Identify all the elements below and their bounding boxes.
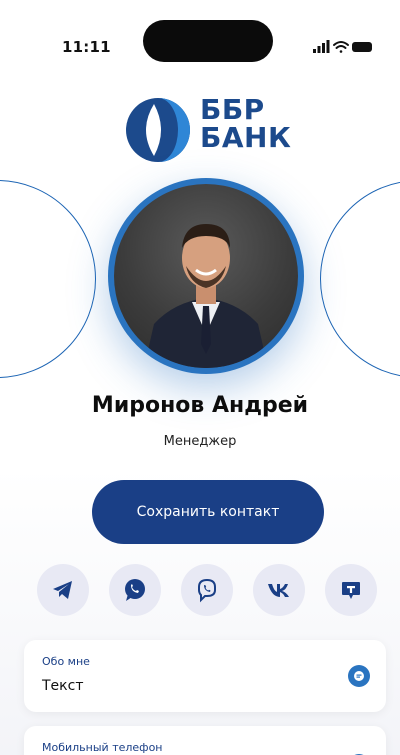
vk-icon <box>268 584 289 597</box>
phone-label: Мобильный телефон <box>42 741 163 754</box>
tamtam-button[interactable] <box>325 564 377 616</box>
about-value: Текст <box>42 678 84 694</box>
save-contact-button[interactable]: Сохранить контакт <box>92 480 324 544</box>
social-links <box>37 564 377 616</box>
decorative-circle-left <box>0 180 96 378</box>
avatar-ring <box>108 178 304 374</box>
profile-role: Менеджер <box>163 434 237 449</box>
whatsapp-button[interactable] <box>109 564 161 616</box>
logo-text-line2: БАНК <box>200 121 292 154</box>
wifi-icon <box>333 41 349 53</box>
viber-icon <box>198 578 216 603</box>
telegram-icon <box>53 581 72 599</box>
status-bar: 11:11 <box>0 0 400 80</box>
signal-icon <box>313 40 330 53</box>
viber-button[interactable] <box>181 564 233 616</box>
logo-text-line1: ББР <box>200 93 265 126</box>
person-photo-icon <box>144 224 268 368</box>
avatar <box>114 184 298 368</box>
about-label: Обо мне <box>42 655 90 668</box>
tamtam-icon <box>342 582 360 599</box>
about-card[interactable]: Обо мне Текст <box>24 640 386 712</box>
status-time: 11:11 <box>62 38 111 56</box>
decorative-circle-right <box>320 180 400 378</box>
chat-icon <box>348 665 370 687</box>
telegram-button[interactable] <box>37 564 89 616</box>
whatsapp-icon <box>125 579 145 601</box>
phone-card[interactable]: Мобильный телефон <box>24 726 386 755</box>
bank-logo: ББР БАНК <box>124 94 304 164</box>
logo-mark-icon <box>126 98 190 162</box>
status-icons <box>313 40 373 54</box>
business-card-screen: 11:11 ББР БАНК Миронов Андрей Менеджер С… <box>0 0 400 755</box>
vk-button[interactable] <box>253 564 305 616</box>
dynamic-island <box>143 20 273 62</box>
battery-icon <box>352 42 372 52</box>
profile-name: Миронов Андрей <box>91 393 309 418</box>
